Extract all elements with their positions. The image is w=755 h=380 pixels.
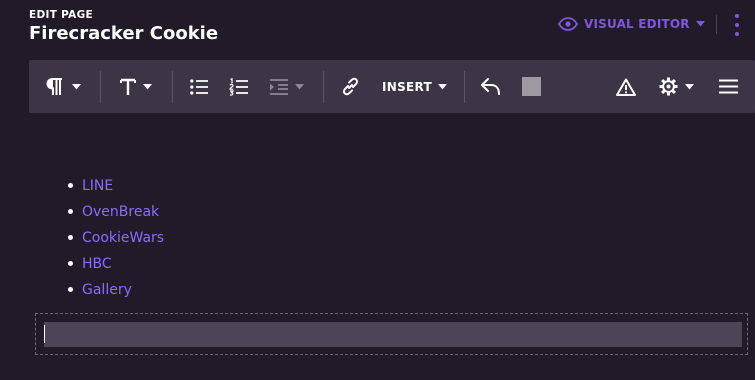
text-style-button[interactable] bbox=[120, 60, 152, 113]
chevron-down-icon bbox=[72, 83, 81, 89]
indent-icon bbox=[270, 78, 288, 95]
eye-icon bbox=[558, 17, 578, 31]
hamburger-icon bbox=[719, 79, 738, 94]
gear-icon bbox=[659, 77, 678, 96]
header-divider bbox=[716, 15, 717, 34]
toolbar-divider bbox=[323, 71, 324, 103]
list-item: CookieWars bbox=[68, 226, 164, 252]
edit-page-label: EDIT PAGE bbox=[29, 9, 93, 21]
text-cursor bbox=[44, 325, 45, 343]
list-link[interactable]: CookieWars bbox=[82, 230, 164, 246]
page-menu-button[interactable] bbox=[719, 60, 738, 113]
list-item: LINE bbox=[68, 174, 164, 200]
numbered-list-icon bbox=[229, 77, 248, 96]
link-icon bbox=[342, 77, 359, 96]
list-item: Gallery bbox=[68, 278, 164, 304]
bullet-icon bbox=[68, 287, 73, 292]
numbered-list-button[interactable] bbox=[229, 60, 248, 113]
bullet-list-button[interactable] bbox=[190, 60, 208, 113]
chevron-down-icon bbox=[695, 21, 705, 27]
warnings-button[interactable] bbox=[616, 60, 636, 113]
text-style-icon bbox=[120, 78, 136, 95]
bullet-icon bbox=[68, 261, 73, 266]
bullet-icon bbox=[68, 209, 73, 214]
color-swatch-button[interactable] bbox=[522, 60, 541, 113]
toolbar-divider bbox=[100, 71, 101, 103]
paragraph-format-button[interactable] bbox=[46, 60, 81, 113]
undo-icon bbox=[481, 78, 500, 95]
empty-paragraph[interactable] bbox=[44, 322, 742, 347]
insert-label: INSERT bbox=[382, 79, 433, 94]
toolbar-divider bbox=[172, 71, 173, 103]
settings-button[interactable] bbox=[659, 60, 694, 113]
bullet-list-icon bbox=[190, 78, 208, 95]
warning-icon bbox=[616, 78, 636, 96]
visual-editor-label: VISUAL EDITOR bbox=[584, 17, 690, 31]
kebab-icon[interactable] bbox=[733, 14, 741, 36]
chevron-down-icon bbox=[295, 83, 304, 89]
list-link[interactable]: HBC bbox=[82, 256, 112, 272]
editor-toolbar: INSERT bbox=[29, 60, 755, 113]
bullet-icon bbox=[68, 183, 73, 188]
chevron-down-icon bbox=[143, 83, 152, 89]
visual-editor-button[interactable]: VISUAL EDITOR bbox=[558, 14, 705, 34]
list-link[interactable]: Gallery bbox=[82, 282, 132, 298]
chevron-down-icon bbox=[438, 83, 448, 89]
list-item: OvenBreak bbox=[68, 200, 164, 226]
link-button[interactable] bbox=[341, 60, 360, 113]
indentation-button[interactable] bbox=[269, 60, 304, 113]
insert-button[interactable]: INSERT bbox=[382, 60, 448, 113]
chevron-down-icon bbox=[685, 83, 694, 89]
bullet-icon bbox=[68, 235, 73, 240]
swatch-icon bbox=[522, 77, 541, 96]
page-title: Firecracker Cookie bbox=[29, 23, 219, 44]
list-link[interactable]: LINE bbox=[82, 178, 113, 194]
list-link[interactable]: OvenBreak bbox=[82, 204, 159, 220]
undo-button[interactable] bbox=[480, 60, 501, 113]
list-item: HBC bbox=[68, 252, 164, 278]
pilcrow-icon bbox=[46, 77, 62, 95]
content-bullet-list: LINE OvenBreak CookieWars HBC Gallery bbox=[68, 174, 164, 304]
toolbar-divider bbox=[464, 71, 465, 103]
